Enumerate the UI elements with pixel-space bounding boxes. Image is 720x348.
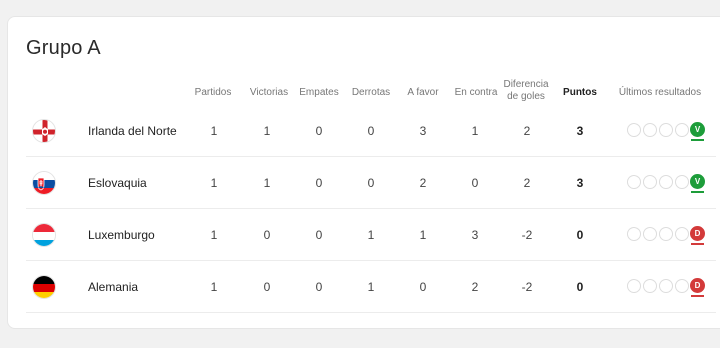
header-goals-against: En contra (454, 87, 498, 98)
header-goal-difference-line2: de goles (507, 91, 545, 102)
cell-goal-difference: 2 (523, 176, 531, 190)
cell-goal-difference: -2 (521, 228, 533, 242)
header-goals-for: A favor (407, 87, 439, 98)
cell-played: 1 (210, 280, 218, 294)
cell-losses: 0 (367, 124, 375, 138)
cell-goals-against: 0 (471, 176, 479, 190)
result-empty-icon (643, 123, 657, 137)
header-wins: Victorias (249, 87, 289, 98)
cell-wins: 0 (263, 280, 271, 294)
cell-points: 3 (576, 176, 584, 190)
result-empty-icon (627, 175, 641, 189)
result-empty-icon (675, 279, 689, 293)
result-empty-icon (643, 227, 657, 241)
cell-played: 1 (210, 228, 218, 242)
cell-points: 0 (576, 280, 584, 294)
cell-played: 1 (210, 176, 218, 190)
team-name[interactable]: Irlanda del Norte (88, 124, 177, 138)
team-name[interactable]: Eslovaquia (88, 176, 147, 190)
cell-goals-against: 2 (471, 280, 479, 294)
cell-goals-against: 1 (471, 124, 479, 138)
result-empty-icon (675, 123, 689, 137)
cell-points: 3 (576, 124, 584, 138)
header-points: Puntos (563, 87, 597, 98)
team-name[interactable]: Luxemburgo (88, 228, 155, 242)
luxembourg-flag-icon (32, 223, 56, 247)
cell-wins: 1 (263, 124, 271, 138)
cell-losses: 0 (367, 176, 375, 190)
result-empty-icon (659, 279, 673, 293)
table-row[interactable]: Eslovaquia 1 1 0 0 2 0 2 3 V (26, 157, 716, 209)
result-empty-icon (627, 123, 641, 137)
result-empty-icon (659, 123, 673, 137)
group-standings-card: Grupo A Partidos Victorias Empates Derro… (7, 16, 720, 329)
result-win-badge[interactable]: V (690, 174, 705, 193)
header-goal-difference: Diferencia de goles (500, 79, 552, 103)
cell-draws: 0 (315, 124, 323, 138)
cell-wins: 0 (263, 228, 271, 242)
cell-played: 1 (210, 124, 218, 138)
header-losses: Derrotas (351, 87, 391, 98)
result-empty-icon (659, 175, 673, 189)
header-draws: Empates (299, 87, 339, 98)
northern-ireland-flag-icon (32, 119, 56, 143)
result-empty-icon (675, 227, 689, 241)
cell-goals-for: 1 (419, 228, 427, 242)
header-played: Partidos (194, 87, 232, 98)
result-win-badge[interactable]: V (690, 122, 705, 141)
cell-wins: 1 (263, 176, 271, 190)
result-loss-badge[interactable]: D (690, 226, 705, 245)
germany-flag-icon (32, 275, 56, 299)
cell-losses: 1 (367, 280, 375, 294)
result-empty-icon (627, 279, 641, 293)
cell-goal-difference: 2 (523, 124, 531, 138)
cell-goals-for: 3 (419, 124, 427, 138)
result-empty-icon (659, 227, 673, 241)
table-row[interactable]: Luxemburgo 1 0 0 1 1 3 -2 0 D (26, 209, 716, 261)
cell-goals-for: 2 (419, 176, 427, 190)
group-title: Grupo A (26, 37, 101, 59)
cell-draws: 0 (315, 280, 323, 294)
result-empty-icon (643, 279, 657, 293)
result-empty-icon (675, 175, 689, 189)
result-loss-badge[interactable]: D (690, 278, 705, 297)
table-row[interactable]: Irlanda del Norte 1 1 0 0 3 1 2 3 V (26, 105, 716, 157)
cell-draws: 0 (315, 228, 323, 242)
cell-goals-for: 0 (419, 280, 427, 294)
result-empty-icon (643, 175, 657, 189)
slovakia-flag-icon (32, 171, 56, 195)
table-row[interactable]: Alemania 1 0 0 1 0 2 -2 0 D (26, 261, 716, 313)
cell-goal-difference: -2 (521, 280, 533, 294)
team-name[interactable]: Alemania (88, 280, 138, 294)
header-goal-difference-line1: Diferencia (503, 79, 549, 90)
cell-draws: 0 (315, 176, 323, 190)
header-last-results: Últimos resultados (618, 87, 702, 98)
cell-losses: 1 (367, 228, 375, 242)
cell-goals-against: 3 (471, 228, 479, 242)
cell-points: 0 (576, 228, 584, 242)
result-empty-icon (627, 227, 641, 241)
